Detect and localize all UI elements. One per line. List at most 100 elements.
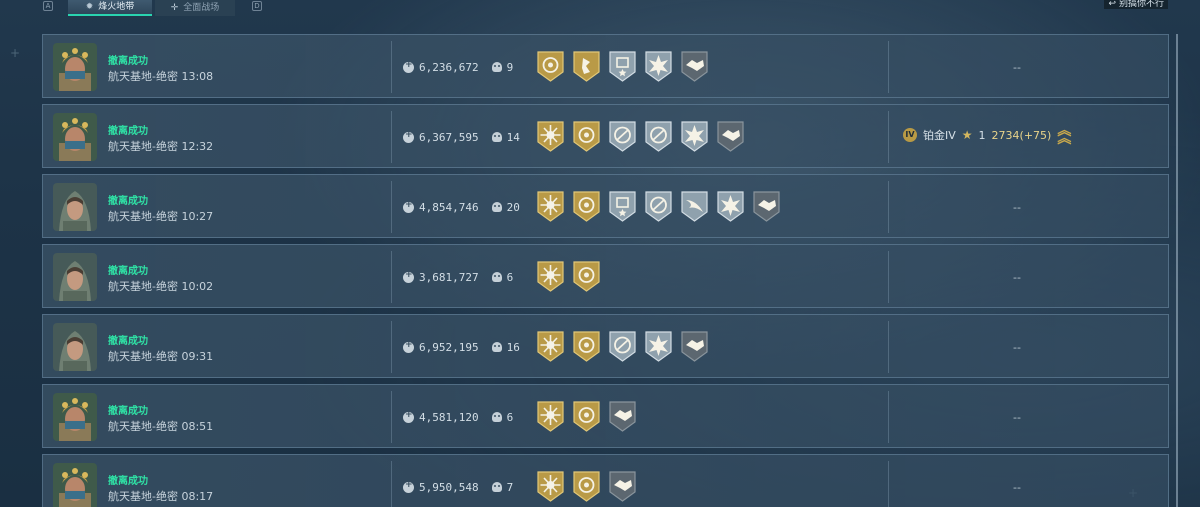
rank-empty: --: [1013, 341, 1021, 354]
tab-total-warfare[interactable]: ✛ 全面战场: [155, 0, 235, 16]
achievement-badges: [536, 330, 709, 363]
skull-icon: [491, 272, 502, 282]
currency-icon: [403, 60, 414, 73]
gold-sun-badge-icon[interactable]: [536, 330, 565, 363]
top-bar: A ✹ 烽火地带 ✛ 全面战场 D ↩ 别搞你不行: [0, 0, 1200, 16]
gray-handshake-badge-icon[interactable]: [680, 330, 709, 363]
gray-handshake-badge-icon[interactable]: [608, 470, 637, 503]
match-record-row[interactable]: 撤离成功航天基地-绝密 10:02 3,681,727 6 --: [42, 244, 1169, 308]
extraction-status: 撤离成功: [108, 126, 148, 137]
gray-handshake-badge-icon[interactable]: [608, 400, 637, 433]
gold-sun-badge-icon[interactable]: [536, 260, 565, 293]
back-label: 别搞你不行: [1118, 0, 1164, 9]
flame-icon: ✹: [85, 1, 94, 12]
extraction-status: 撤离成功: [108, 336, 148, 347]
map-and-time: 航天基地-绝密 09:31: [108, 350, 214, 363]
silver-wing-badge-icon[interactable]: [680, 190, 709, 223]
gold-target-badge-icon[interactable]: [572, 190, 601, 223]
map-and-time: 航天基地-绝密 10:02: [108, 280, 214, 293]
skull-icon: [491, 202, 502, 212]
operator-avatar: [53, 43, 97, 91]
kill-count: 20: [506, 200, 520, 214]
match-record-row[interactable]: 撤离成功航天基地-绝密 12:32 6,367,595 14 IV 铂金IV ★ 1 2734…: [42, 104, 1169, 168]
back-button[interactable]: ↩ 别搞你不行: [1104, 0, 1168, 9]
gray-handshake-badge-icon[interactable]: [752, 190, 781, 223]
silver-shield-star-badge-icon[interactable]: [608, 50, 637, 83]
extraction-status: 撤离成功: [108, 56, 148, 67]
gold-target-badge-icon[interactable]: [536, 50, 565, 83]
decor-plus-icon: +: [10, 46, 21, 60]
achievement-badges: [536, 400, 637, 433]
tab-label: 全面战场: [183, 2, 220, 13]
gray-handshake-badge-icon[interactable]: [716, 120, 745, 153]
silver-burst-badge-icon[interactable]: [644, 50, 673, 83]
column-divider: [391, 391, 392, 443]
match-record-row[interactable]: 撤离成功航天基地-绝密 09:31 6,952,195 16 --: [42, 314, 1169, 378]
map-and-time: 航天基地-绝密 13:08: [108, 70, 214, 83]
operator-avatar: [53, 393, 97, 441]
rank-score: 2734(+75): [991, 128, 1052, 142]
rank-info: IV 铂金IV ★ 1 2734(+75) ︽ ︽: [903, 124, 1071, 146]
kill-count: 9: [506, 60, 514, 74]
asset-value: 4,581,120: [419, 410, 479, 424]
column-divider: [888, 181, 889, 233]
skull-icon: [491, 482, 502, 492]
gold-sun-badge-icon[interactable]: [536, 190, 565, 223]
gold-sun-badge-icon[interactable]: [536, 470, 565, 503]
silver-no-sign-badge-icon[interactable]: [608, 330, 637, 363]
skull-icon: [491, 62, 502, 72]
extraction-status: 撤离成功: [108, 406, 148, 417]
column-divider: [888, 111, 889, 163]
silver-burst-badge-icon[interactable]: [716, 190, 745, 223]
operator-avatar: [53, 183, 97, 231]
rank-empty: --: [1013, 481, 1021, 494]
column-divider: [391, 321, 392, 373]
silver-no-sign-badge-icon[interactable]: [608, 120, 637, 153]
rank-empty: --: [1013, 61, 1021, 74]
silver-burst-badge-icon[interactable]: [644, 330, 673, 363]
column-divider: [888, 41, 889, 93]
asset-value: 6,367,595: [419, 130, 479, 144]
match-record-row[interactable]: 撤离成功航天基地-绝密 08:51 4,581,120 6 --: [42, 384, 1169, 448]
tab-beacon-zone[interactable]: ✹ 烽火地带: [68, 0, 152, 16]
operator-avatar: [53, 323, 97, 371]
silver-no-sign-badge-icon[interactable]: [644, 120, 673, 153]
rank-empty: --: [1013, 201, 1021, 214]
silver-shield-star-badge-icon[interactable]: [608, 190, 637, 223]
operator-avatar: [53, 463, 97, 507]
match-record-row[interactable]: 撤离成功航天基地-绝密 10:27 4,854,746 20 --: [42, 174, 1169, 238]
silver-no-sign-badge-icon[interactable]: [644, 190, 673, 223]
gold-target-badge-icon[interactable]: [572, 330, 601, 363]
gold-rider-badge-icon[interactable]: [572, 50, 601, 83]
currency-icon: [403, 130, 414, 143]
currency-icon: [403, 480, 414, 493]
kill-count: 6: [506, 270, 514, 284]
gray-handshake-badge-icon[interactable]: [680, 50, 709, 83]
assets-kills: 4,854,746 20: [403, 200, 520, 214]
crosshair-icon: ✛: [170, 2, 179, 13]
asset-value: 3,681,727: [419, 270, 479, 284]
gold-sun-badge-icon[interactable]: [536, 120, 565, 153]
gold-target-badge-icon[interactable]: [572, 260, 601, 293]
key-hint-d: D: [252, 1, 262, 11]
match-record-row[interactable]: 撤离成功航天基地-绝密 13:08 6,236,672 9 --: [42, 34, 1169, 98]
asset-value: 5,950,548: [419, 480, 479, 494]
scrollbar[interactable]: [1176, 34, 1178, 507]
silver-burst-badge-icon[interactable]: [680, 120, 709, 153]
assets-kills: 6,952,195 16: [403, 340, 520, 354]
gold-target-badge-icon[interactable]: [572, 400, 601, 433]
kill-count: 14: [506, 130, 520, 144]
currency-icon: [403, 340, 414, 353]
gold-target-badge-icon[interactable]: [572, 470, 601, 503]
gold-sun-badge-icon[interactable]: [536, 400, 565, 433]
star-icon: ★: [961, 128, 973, 142]
column-divider: [888, 391, 889, 443]
extraction-status: 撤离成功: [108, 196, 148, 207]
platinum-rank-icon: IV: [903, 128, 917, 142]
rank-label: 铂金IV: [923, 129, 956, 142]
column-divider: [888, 461, 889, 507]
skull-icon: [491, 342, 502, 352]
gold-target-badge-icon[interactable]: [572, 120, 601, 153]
rank-empty: --: [1013, 411, 1021, 424]
match-record-row[interactable]: 撤离成功航天基地-绝密 08:17 5,950,548 7 --: [42, 454, 1169, 507]
